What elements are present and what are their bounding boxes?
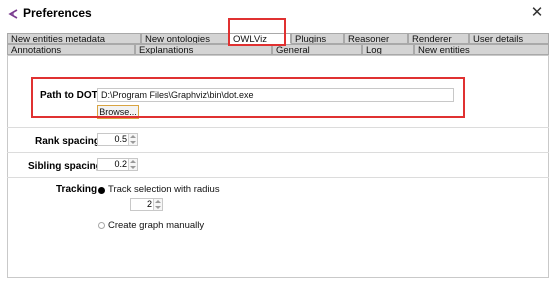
tab-new-ontologies[interactable]: New ontologies [141,33,229,44]
section-divider [7,177,549,178]
sibling-spacing-value: 0.2 [114,159,127,169]
tracking-label: Tracking [56,184,98,195]
sibling-spacing-spinner[interactable]: 0.2 [97,158,138,171]
create-manually-label[interactable]: Create graph manually [108,220,204,231]
spinner-arrows-icon[interactable] [153,199,162,210]
radius-value: 2 [146,199,152,209]
tab-new-entities-metadata[interactable]: New entities metadata [7,33,141,44]
tab-renderer[interactable]: Renderer [408,33,469,44]
rank-spacing-label: Rank spacing [35,136,101,147]
tab-log[interactable]: Log [362,44,414,55]
track-selection-label[interactable]: Track selection with radius [108,184,220,195]
window-title: Preferences [23,6,92,20]
radius-spinner[interactable]: 2 [130,198,163,211]
title-bar: Preferences ✕ [0,0,554,27]
rank-spacing-spinner[interactable]: 0.5 [97,133,138,146]
section-divider [7,127,549,128]
tab-reasoner[interactable]: Reasoner [344,33,408,44]
spinner-arrows-icon[interactable] [128,134,137,145]
close-icon[interactable]: ✕ [528,4,546,22]
tab-user-details[interactable]: User details [469,33,549,44]
radio-track-selection[interactable] [98,187,105,194]
tab-owlviz[interactable]: OWLViz [229,33,291,44]
tab-plugins[interactable]: Plugins [291,33,344,44]
spinner-arrows-icon[interactable] [128,159,137,170]
tab-explanations[interactable]: Explanations [135,44,272,55]
tab-new-entities[interactable]: New entities [414,44,549,55]
protege-icon [8,9,18,19]
section-divider [7,152,549,153]
tab-general[interactable]: General [272,44,362,55]
browse-button[interactable]: Browse... [97,105,139,119]
rank-spacing-value: 0.5 [114,134,127,144]
sibling-spacing-label: Sibling spacing [28,161,102,172]
tab-annotations[interactable]: Annotations [7,44,135,55]
radio-create-manually[interactable] [98,222,105,229]
dot-path-field[interactable]: D:\Program Files\Graphviz\bin\dot.exe [97,88,454,102]
path-to-dot-label: Path to DOT [40,90,98,101]
